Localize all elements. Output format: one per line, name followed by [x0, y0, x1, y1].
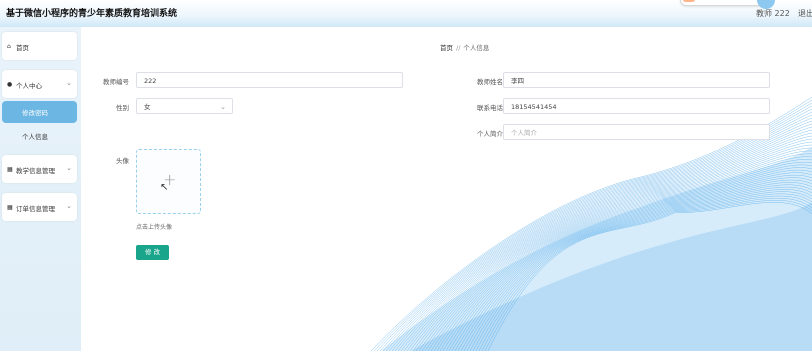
gender-value: 女 [144, 103, 151, 111]
teacher-name-field[interactable]: 李四 [503, 72, 770, 88]
upload-hint: 点击上传头像 [136, 224, 173, 231]
gender-label: 性别 [116, 104, 129, 112]
top-bar: 基于微信小程序的青少年素质教育培训系统 教师 222 退出 [0, 0, 812, 28]
breadcrumb: 首页//个人信息 [440, 42, 489, 52]
sidebar-item-label: 个人中心 [16, 82, 42, 90]
avatar-uploader[interactable]: + ↖ [136, 149, 201, 214]
sidebar-subitem-label: 个人信息 [22, 133, 48, 141]
sidebar-item-orders[interactable]: ▦ 订单信息管理 ⌄ [2, 193, 77, 221]
cursor-icon: ↖ [160, 182, 169, 193]
sidebar: ⌂ 首页 ● 个人中心 ⌄ 修改密码 个人信息 ▦ 教学信息管理 ⌄ ▦ 订单信… [0, 27, 81, 351]
breadcrumb-current: 个人信息 [463, 44, 490, 52]
teacher-name-label: 教师姓名 [477, 78, 503, 86]
user-widget [680, 0, 775, 9]
phone-label: 联系电话 [477, 104, 503, 112]
chevron-down-icon: ⌄ [66, 202, 72, 210]
avatar-label: 头像 [116, 157, 129, 165]
teacher-no-field[interactable]: 222 [136, 72, 403, 88]
chevron-down-icon: ⌄ [66, 164, 72, 172]
sidebar-item-teaching[interactable]: ▦ 教学信息管理 ⌄ [2, 155, 77, 183]
sidebar-item-home[interactable]: ⌂ 首页 [2, 32, 77, 60]
sidebar-item-personal-center[interactable]: ● 个人中心 ⌄ [2, 70, 77, 98]
sidebar-item-label: 教学信息管理 [16, 167, 55, 175]
sidebar-subitem-personal-info[interactable]: 个人信息 [2, 125, 77, 147]
grid-icon: ▦ [7, 204, 13, 211]
logout-link[interactable]: 退出 [798, 8, 812, 19]
user-icon: ● [7, 81, 13, 88]
chevron-down-icon: ⌄ [66, 79, 72, 87]
chevron-down-icon: ⌄ [220, 103, 226, 111]
sidebar-item-label: 首页 [16, 44, 29, 52]
sidebar-item-label: 订单信息管理 [16, 205, 55, 213]
submit-button[interactable]: 修 改 [136, 245, 169, 260]
breadcrumb-home[interactable]: 首页 [440, 44, 453, 52]
sidebar-subitem-label: 修改密码 [22, 109, 48, 117]
main-content: 首页//个人信息 教师编号 222 教师姓名 李四 性别 女 ⌄ 联系电话 18… [81, 27, 812, 351]
home-icon: ⌂ [7, 43, 11, 50]
badge-icon [683, 0, 695, 2]
intro-label: 个人简介 [477, 130, 503, 138]
app-title: 基于微信小程序的青少年素质教育培训系统 [6, 9, 178, 19]
grid-icon: ▦ [7, 166, 13, 173]
teacher-no-label: 教师编号 [103, 78, 129, 86]
current-user: 教师 222 [756, 9, 790, 18]
sidebar-subitem-change-password[interactable]: 修改密码 [2, 101, 77, 123]
breadcrumb-separator: // [456, 44, 461, 52]
gender-select[interactable]: 女 ⌄ [136, 98, 233, 114]
intro-field[interactable]: 个人简介 [503, 124, 770, 140]
phone-field[interactable]: 18154541454 [503, 98, 770, 114]
